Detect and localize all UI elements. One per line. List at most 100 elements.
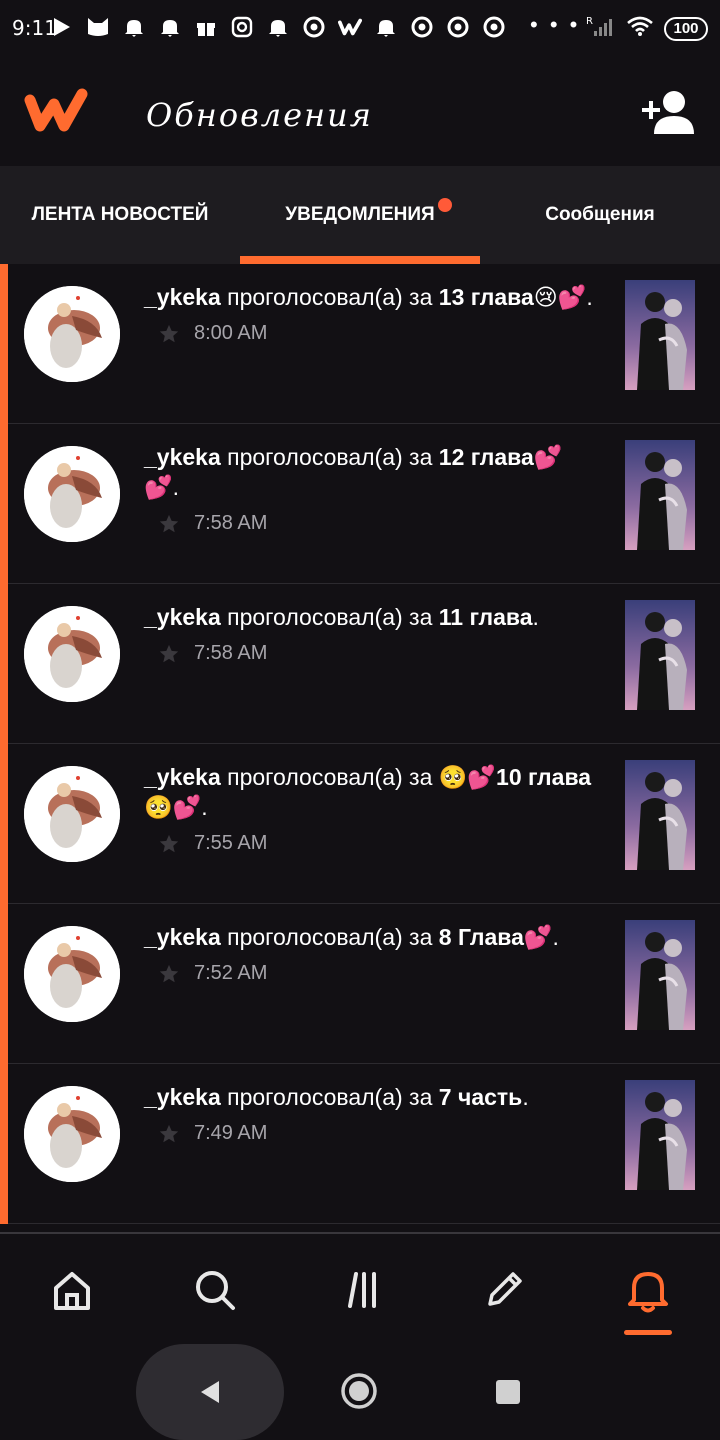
story-part-title[interactable]: 11 глава — [439, 604, 533, 630]
tab-notifications[interactable]: УВЕДОМЛЕНИЯ — [240, 166, 480, 264]
notification-message: _ykeka проголосовал(а) за 7 часть. — [144, 1082, 594, 1112]
avatar[interactable] — [24, 446, 120, 542]
username[interactable]: _ykeka — [144, 1084, 221, 1110]
action-text: проголосовал(а) за — [220, 604, 439, 630]
instagram-icon — [230, 15, 254, 39]
alarm-icon — [158, 15, 182, 39]
avatar[interactable] — [24, 606, 120, 702]
username[interactable]: _ykeka — [144, 764, 221, 790]
notification-badge — [438, 198, 452, 212]
avatar[interactable] — [24, 286, 120, 382]
tab-news-feed[interactable]: ЛЕНТА НОВОСТЕЙ — [0, 166, 240, 264]
notification-text: _ykeka проголосовал(а) за 12 глава💕💕. 7:5… — [144, 442, 594, 535]
notification-message: _ykeka проголосовал(а) за 13 глава😢💕. — [144, 282, 594, 312]
home-icon[interactable] — [44, 1262, 100, 1318]
story-part-title[interactable]: 8 Глава💕 — [439, 924, 553, 950]
status-bar: 9:11 • • • R 100 — [0, 0, 720, 56]
username[interactable]: _ykeka — [144, 924, 221, 950]
tab-bar: ЛЕНТА НОВОСТЕЙ УВЕДОМЛЕНИЯ Сообщения — [0, 166, 720, 264]
notification-meta: 7:58 AM — [144, 642, 594, 665]
notification-meta: 8:00 AM — [144, 322, 594, 345]
app-header: Обновления — [0, 56, 720, 166]
avatar[interactable] — [24, 926, 120, 1022]
story-cover-image[interactable] — [625, 280, 695, 390]
notification-text: _ykeka проголосовал(а) за 7 часть. 7:49 A… — [144, 1082, 594, 1145]
username[interactable]: _ykeka — [144, 284, 221, 310]
svg-text:R: R — [586, 16, 593, 27]
home-button[interactable] — [340, 1372, 378, 1410]
timestamp: 7:52 AM — [194, 962, 268, 984]
search-icon[interactable] — [187, 1262, 243, 1318]
play-store-icon — [50, 15, 74, 39]
timestamp: 7:58 AM — [194, 642, 268, 664]
action-text: проголосовал(а) за — [220, 284, 439, 310]
notification-meta: 7:49 AM — [144, 1122, 594, 1145]
add-user-icon[interactable] — [640, 88, 696, 136]
gift-icon — [194, 15, 218, 39]
notification-item[interactable]: _ykeka проголосовал(а) за 🥺💕10 глава🥺💕. 7… — [8, 744, 720, 904]
period: . — [552, 924, 559, 950]
unread-indicator — [0, 264, 8, 1224]
recent-apps-button[interactable] — [496, 1380, 520, 1404]
action-text: проголосовал(а) за — [220, 764, 439, 790]
chrome-icon — [446, 15, 470, 39]
notification-text: _ykeka проголосовал(а) за 🥺💕10 глава🥺💕. 7… — [144, 762, 594, 855]
timestamp: 7:49 AM — [194, 1122, 268, 1144]
timestamp: 8:00 AM — [194, 322, 268, 344]
wattpad-logo-icon[interactable] — [24, 86, 88, 134]
story-cover-image[interactable] — [625, 920, 695, 1030]
notification-item[interactable]: _ykeka проголосовал(а) за 8 Глава💕. 7:52 … — [8, 904, 720, 1064]
action-text: проголосовал(а) за — [220, 924, 439, 950]
notification-text: _ykeka проголосовал(а) за 8 Глава💕. 7:52 … — [144, 922, 594, 985]
notification-message: _ykeka проголосовал(а) за 11 глава. — [144, 602, 594, 632]
notification-text: _ykeka проголосовал(а) за 13 глава😢💕. 8:0… — [144, 282, 594, 345]
chrome-icon — [302, 15, 326, 39]
cat-app-icon — [86, 15, 110, 39]
notification-icons — [50, 12, 506, 42]
period: . — [522, 1084, 529, 1110]
notification-meta: 7:58 AM — [144, 512, 594, 535]
more-notifications-icon: • • • — [530, 12, 581, 37]
battery-indicator: 100 — [664, 16, 708, 41]
library-icon[interactable] — [334, 1262, 390, 1318]
write-icon[interactable] — [476, 1262, 532, 1318]
notification-list[interactable]: _ykeka проголосовал(а) за 13 глава😢💕. 8:0… — [0, 264, 720, 1232]
story-cover-image[interactable] — [625, 600, 695, 710]
page-title: Обновления — [146, 96, 373, 134]
active-nav-indicator — [624, 1330, 672, 1335]
active-tab-indicator — [240, 256, 480, 264]
star-icon — [158, 643, 180, 665]
notification-item[interactable]: _ykeka проголосовал(а) за 12 глава💕💕. 7:5… — [8, 424, 720, 584]
notification-message: _ykeka проголосовал(а) за 🥺💕10 глава🥺💕. — [144, 762, 594, 822]
star-icon — [158, 833, 180, 855]
username[interactable]: _ykeka — [144, 444, 221, 470]
star-icon — [158, 1123, 180, 1145]
avatar[interactable] — [24, 766, 120, 862]
story-part-title[interactable]: 7 часть — [439, 1084, 523, 1110]
notifications-icon[interactable] — [620, 1262, 676, 1318]
action-text: проголосовал(а) за — [220, 444, 439, 470]
notification-item[interactable]: _ykeka проголосовал(а) за 13 глава😢💕. 8:0… — [8, 264, 720, 424]
notification-message: _ykeka проголосовал(а) за 8 Глава💕. — [144, 922, 594, 952]
username[interactable]: _ykeka — [144, 604, 221, 630]
story-cover-image[interactable] — [625, 1080, 695, 1190]
story-cover-image[interactable] — [625, 440, 695, 550]
system-indicators: R 100 — [586, 14, 708, 43]
avatar[interactable] — [24, 1086, 120, 1182]
timestamp: 7:55 AM — [194, 832, 268, 854]
notification-meta: 7:55 AM — [144, 832, 594, 855]
notification-item[interactable]: _ykeka проголосовал(а) за 7 часть. 7:49 A… — [8, 1064, 720, 1224]
story-cover-image[interactable] — [625, 760, 695, 870]
star-icon — [158, 963, 180, 985]
period: . — [532, 604, 539, 630]
chrome-icon — [482, 15, 506, 39]
wifi-icon — [626, 15, 654, 42]
period: . — [172, 474, 180, 500]
story-part-title[interactable]: 13 глава😢💕 — [439, 284, 587, 310]
star-icon — [158, 323, 180, 345]
alarm-icon — [266, 15, 290, 39]
tab-messages[interactable]: Сообщения — [480, 166, 720, 264]
notification-item[interactable]: _ykeka проголосовал(а) за 11 глава. 7:58 … — [8, 584, 720, 744]
back-button[interactable] — [136, 1344, 284, 1440]
period: . — [201, 794, 208, 820]
